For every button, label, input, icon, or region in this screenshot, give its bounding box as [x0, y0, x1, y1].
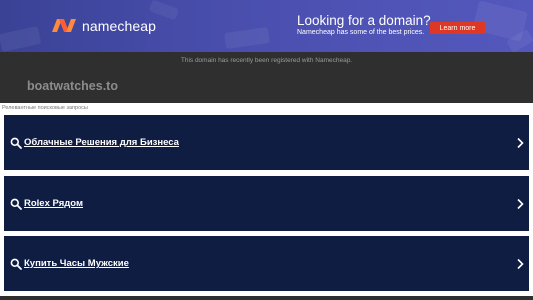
banner-decoration [224, 27, 270, 49]
banner-subline: Namecheap has some of the best prices. [297, 29, 425, 36]
search-icon [10, 137, 22, 149]
learn-more-button[interactable]: Learn more [430, 22, 485, 34]
banner-headline: Looking for a domain? [297, 13, 431, 28]
search-result-label[interactable]: Облачные Решения для Бизнеса [24, 137, 179, 148]
chevron-right-icon [517, 198, 524, 209]
related-searches-panel: Релевантные поисковые запросы Облачные Р… [0, 103, 533, 296]
search-result-link[interactable]: Купить Часы Мужские [4, 236, 529, 291]
search-icon [10, 198, 22, 210]
banner-decoration [0, 26, 42, 52]
namecheap-banner: namecheap Looking for a domain? Namechea… [0, 0, 533, 52]
search-icon [10, 258, 22, 270]
search-result-link[interactable]: Облачные Решения для Бизнеса [4, 115, 529, 170]
namecheap-logo[interactable]: namecheap [50, 17, 156, 34]
search-result-link[interactable]: Rolex Рядом [4, 176, 529, 231]
brand-name: namecheap [82, 17, 157, 34]
registration-notice: This domain has recently been registered… [180, 57, 353, 64]
domain-title: boatwatches.to [27, 79, 118, 93]
related-searches-heading: Релевантные поисковые запросы [2, 105, 88, 111]
chevron-right-icon [517, 137, 524, 148]
search-result-label[interactable]: Rolex Рядом [24, 198, 83, 209]
namecheap-logo-icon [52, 19, 76, 32]
chevron-right-icon [517, 258, 524, 269]
search-result-label[interactable]: Купить Часы Мужские [24, 258, 129, 269]
